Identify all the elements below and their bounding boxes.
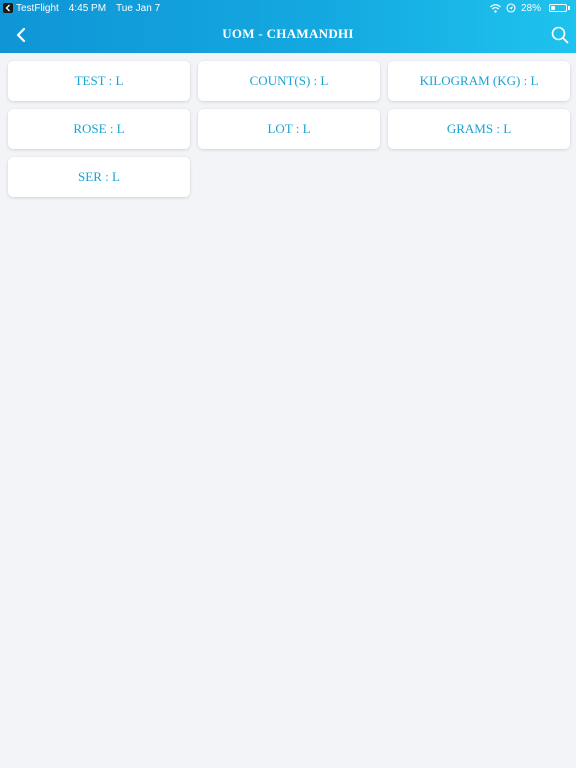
- back-to-app-icon[interactable]: [3, 3, 13, 13]
- status-app-name[interactable]: TestFlight: [16, 3, 59, 14]
- search-icon: [551, 26, 569, 44]
- uom-card-label: GRAMS : L: [446, 121, 512, 136]
- status-time: 4:45 PM: [68, 2, 107, 14]
- status-date: Tue Jan 7: [116, 2, 161, 14]
- uom-card[interactable]: KILOGRAM (KG) : L: [388, 61, 570, 101]
- uom-card[interactable]: TEST : L: [8, 61, 190, 101]
- uom-card[interactable]: GRAMS : L: [388, 109, 570, 149]
- uom-grid: TEST : L COUNT(S) : L KILOGRAM (KG) : L …: [8, 61, 571, 197]
- status-right: 28%: [485, 2, 570, 14]
- navigation-bar: UOM - CHAMANDHI: [0, 16, 576, 53]
- uom-card-label: SER : L: [78, 169, 120, 184]
- uom-card-label: LOT : L: [267, 121, 311, 136]
- search-button[interactable]: [548, 23, 572, 47]
- status-bar: TestFlight 4:45 PM Tue Jan 7 28%: [0, 0, 576, 16]
- uom-card[interactable]: SER : L: [8, 157, 190, 197]
- wifi-icon: [490, 3, 501, 13]
- uom-card-label: TEST : L: [74, 73, 124, 88]
- uom-card[interactable]: COUNT(S) : L: [198, 61, 380, 101]
- uom-card-label: KILOGRAM (KG) : L: [419, 73, 539, 88]
- battery-percent: 28%: [520, 2, 541, 14]
- uom-card[interactable]: LOT : L: [198, 109, 380, 149]
- location-icon: [506, 3, 516, 13]
- battery-icon: [546, 4, 570, 12]
- uom-card[interactable]: ROSE : L: [8, 109, 190, 149]
- uom-card-label: COUNT(S) : L: [249, 73, 329, 88]
- uom-card-label: ROSE : L: [73, 121, 125, 136]
- page-title: UOM - CHAMANDHI: [222, 26, 354, 41]
- app-header: TestFlight 4:45 PM Tue Jan 7 28% UOM - C…: [0, 0, 576, 53]
- status-left: TestFlight 4:45 PM Tue Jan 7: [3, 2, 170, 14]
